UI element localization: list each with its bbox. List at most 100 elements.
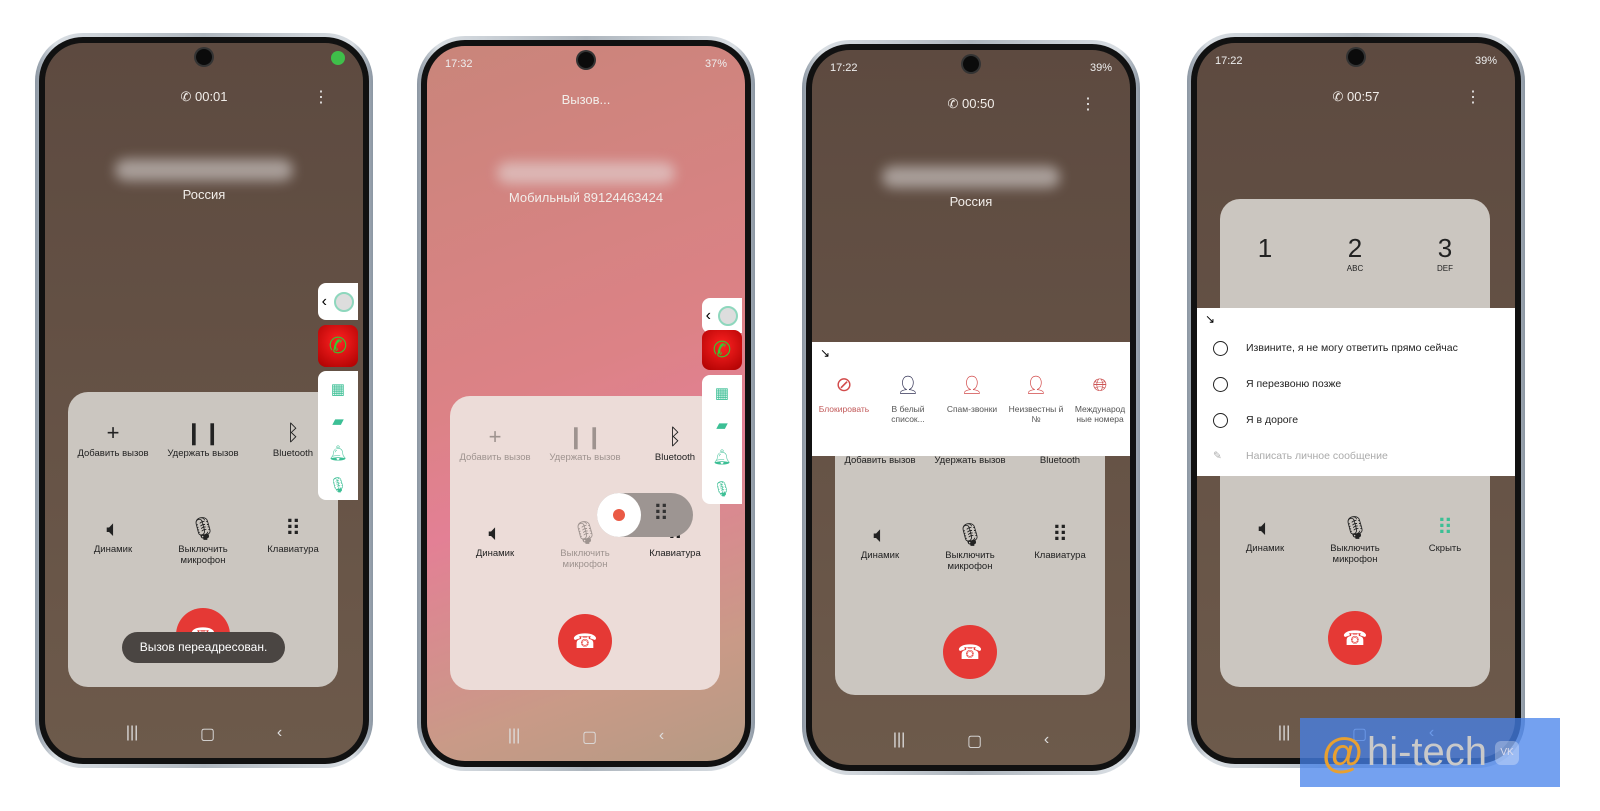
bell-icon[interactable]: 🔔︎: [702, 441, 742, 473]
bluetooth-icon: ᛒ: [668, 424, 682, 449]
contact-name-blurred: [882, 166, 1060, 188]
call-recorder-app-icon[interactable]: ✆: [318, 325, 358, 367]
recents-icon[interactable]: |||: [508, 727, 520, 747]
speaker-button[interactable]: 🔈︎ Динамик: [835, 520, 925, 572]
phone-2: 17:32 37% Вызов... Мобильный 89124463424 …: [417, 36, 755, 771]
whitelist-option[interactable]: 👤︎ В белый список...: [876, 375, 940, 424]
mic-indicator-icon: [331, 51, 345, 65]
recents-icon[interactable]: |||: [1278, 724, 1290, 744]
more-menu-icon[interactable]: ⋮: [1080, 94, 1096, 114]
mic-off-icon: 🎙︎: [571, 520, 599, 545]
status-bar: 17:32 37%: [445, 58, 727, 70]
speaker-icon: 🔈︎: [488, 520, 502, 545]
block-option[interactable]: ⊘ Блокировать: [812, 375, 876, 424]
speaker-button[interactable]: 🔈︎ Динамик: [68, 514, 158, 566]
chevron-left-icon: ‹: [705, 306, 711, 324]
mic-off-icon[interactable]: 🎙︎: [702, 473, 742, 505]
quick-reply-option[interactable]: Извините, я не могу ответить прямо сейча…: [1197, 330, 1515, 366]
call-timer: 00:50: [961, 96, 995, 111]
hide-keypad-button[interactable]: ⠿ Скрыть: [1400, 513, 1490, 565]
recents-icon[interactable]: |||: [893, 731, 905, 751]
call-recorder-app-icon[interactable]: ✆: [702, 330, 742, 370]
key-3[interactable]: 3 DEF: [1400, 233, 1490, 273]
add-call-button[interactable]: +Добавить вызов: [68, 418, 158, 459]
speaker-button[interactable]: 🔈︎ Динамик: [1220, 513, 1310, 565]
call-screen: 17:22 39% ✆ 00:57 ⋮ 1 2 ABC 3 DEF 🔈︎ Динамик…: [1197, 43, 1515, 758]
edge-panel-handle[interactable]: ‹: [318, 283, 358, 320]
quick-reply-option[interactable]: Я перезвоню позже: [1197, 366, 1515, 402]
dialpad-icon: ⠿: [284, 516, 302, 541]
more-menu-icon[interactable]: ⋮: [313, 87, 329, 107]
speaker-icon: 🔈︎: [1258, 515, 1272, 540]
custom-message-option[interactable]: ✎ Написать личное сообщение: [1197, 438, 1515, 474]
unknown-person-icon: 👤︎: [1024, 375, 1048, 395]
speaker-button[interactable]: 🔈︎ Динамик: [450, 518, 540, 570]
collapse-arrow-icon[interactable]: ↘: [820, 346, 830, 360]
back-icon[interactable]: ‹: [1044, 731, 1049, 751]
end-call-button[interactable]: ☎: [1328, 611, 1382, 665]
key-1[interactable]: 1: [1220, 233, 1310, 273]
spam-calls-option[interactable]: 👤︎ Спам-звонки: [940, 376, 1004, 424]
plus-icon: +: [488, 424, 502, 449]
phone-icon: ✆: [1332, 89, 1347, 104]
call-state: Вызов...: [561, 92, 611, 107]
quick-reply-popup: ↘ Извините, я не могу ответить прямо сей…: [1197, 308, 1515, 476]
mic-off-icon[interactable]: 🎙︎: [318, 469, 358, 501]
contact-number: Мобильный 89124463424: [508, 190, 664, 205]
back-icon[interactable]: ‹: [659, 727, 664, 747]
phone-icon: ✆: [947, 96, 962, 111]
radio-button[interactable]: [1213, 412, 1228, 428]
dialpad-icon: ⠿: [1436, 515, 1454, 540]
message-icon[interactable]: ▰: [702, 409, 742, 441]
home-icon[interactable]: ▢: [582, 727, 597, 747]
mic-off-icon: 🎙︎: [1341, 515, 1369, 540]
keypad-button[interactable]: ⠿Клавиатура: [1015, 520, 1105, 572]
add-person-icon: 👤︎: [896, 375, 920, 395]
pause-icon: ❙❙: [184, 420, 222, 445]
bell-icon[interactable]: 🔔︎: [318, 437, 358, 469]
recents-icon[interactable]: |||: [126, 724, 138, 744]
home-icon[interactable]: ▢: [200, 724, 215, 744]
hold-button[interactable]: ❙❙Удержать вызов: [158, 418, 248, 459]
calendar-icon[interactable]: ▦: [702, 377, 742, 409]
message-icon[interactable]: ▰: [318, 405, 358, 437]
avatar: [334, 291, 355, 312]
mute-button[interactable]: 🎙︎ Выключить микрофон: [925, 520, 1015, 572]
call-timer: 00:57: [1346, 89, 1380, 104]
call-timer: 00:01: [194, 89, 228, 104]
back-icon[interactable]: ‹: [277, 724, 282, 744]
watermark-at: @: [1322, 728, 1363, 776]
unknown-numbers-option[interactable]: 👤︎ Неизвестны й №: [1004, 375, 1068, 424]
mute-button[interactable]: 🎙︎ Выключить микрофон: [158, 514, 248, 566]
mic-off-icon: 🎙︎: [956, 522, 984, 547]
hold-button[interactable]: ❙❙Удержать вызов: [540, 422, 630, 463]
status-bar: 17:22 39%: [1215, 55, 1497, 67]
record-toggle[interactable]: ⠿: [597, 493, 693, 537]
edge-panel-handle[interactable]: ‹: [702, 298, 742, 333]
more-menu-icon[interactable]: ⋮: [1465, 87, 1481, 107]
record-knob[interactable]: [597, 493, 641, 537]
mute-button[interactable]: 🎙︎ Выключить микрофон: [1310, 513, 1400, 565]
collapse-arrow-icon[interactable]: ↘: [1205, 312, 1215, 326]
chevron-left-icon: ‹: [321, 292, 327, 310]
hangup-icon: ☎: [957, 641, 983, 664]
international-numbers-option[interactable]: 🌐︎ Международ ные номера: [1068, 376, 1130, 424]
camera: [196, 49, 212, 65]
nav-bar: ||| ▢ ‹: [427, 727, 745, 747]
end-call-button[interactable]: ☎: [943, 625, 997, 679]
key-2[interactable]: 2 ABC: [1310, 233, 1400, 273]
radio-button[interactable]: [1213, 340, 1228, 356]
bluetooth-icon: ᛒ: [286, 420, 300, 445]
home-icon[interactable]: ▢: [967, 731, 982, 751]
quick-reply-option[interactable]: Я в дороге: [1197, 402, 1515, 438]
add-call-button[interactable]: +Добавить вызов: [450, 422, 540, 463]
toast-message: Вызов переадресован.: [122, 632, 285, 663]
contact-country: Россия: [182, 187, 226, 202]
end-call-button[interactable]: ☎: [558, 614, 612, 668]
keypad-button[interactable]: ⠿Клавиатура: [248, 514, 338, 566]
nav-bar: ||| ▢ ‹: [45, 724, 363, 744]
calendar-icon[interactable]: ▦: [318, 373, 358, 405]
pause-icon: ❙❙: [566, 424, 604, 449]
radio-button[interactable]: [1213, 376, 1228, 392]
avatar: [718, 305, 739, 326]
